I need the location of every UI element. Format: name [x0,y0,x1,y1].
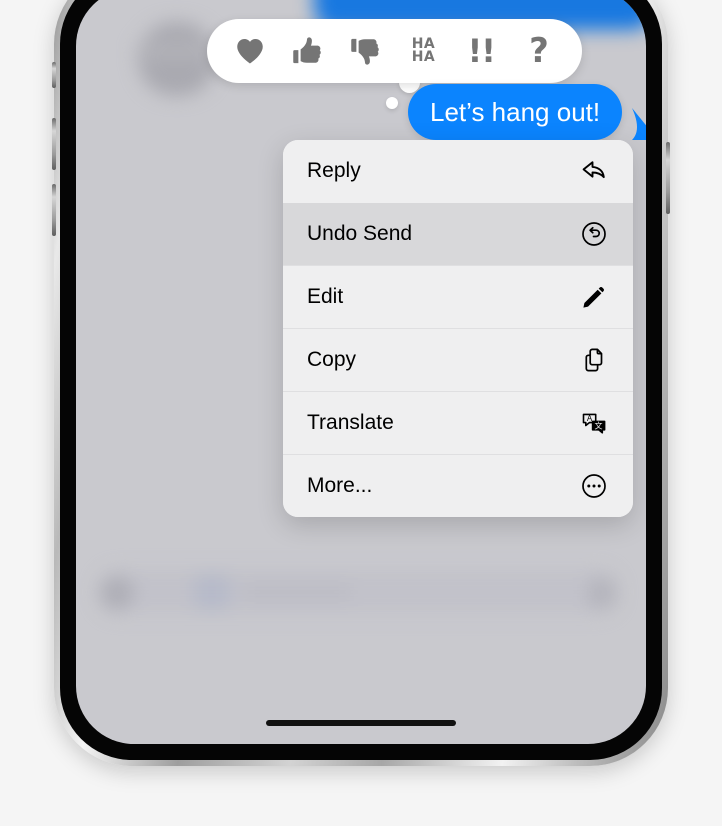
context-menu-item-copy[interactable]: Copy [283,329,633,391]
message-context-menu[interactable]: Reply Undo Send Edit Copy Translate A 文 … [283,140,633,517]
device-screen: HA HA !! ? Let’s hang out! Reply Undo Se… [76,0,646,744]
message-text: Let’s hang out! [430,96,601,127]
background-microphone-icon [588,578,616,608]
thumbs-down-icon [350,36,381,66]
question-mark-icon: ? [529,31,549,71]
iphone-device-frame: HA HA !! ? Let’s hang out! Reply Undo Se… [52,0,670,766]
undo-circle-icon [579,219,609,249]
double-exclamation-icon: !! [467,32,496,70]
thumbs-up-icon [292,36,323,66]
context-menu-label: Copy [307,348,357,371]
heart-reaction[interactable] [227,28,273,74]
context-menu-label: Reply [307,159,361,182]
background-message-input-bar [98,570,618,614]
translate-icon: A 文 [579,408,609,438]
context-menu-item-translate[interactable]: Translate A 文 [283,392,633,454]
pencil-icon [579,282,609,312]
question-reaction[interactable]: ? [516,28,562,74]
context-menu-label: Translate [307,411,394,434]
page-canvas: HA HA !! ? Let’s hang out! Reply Undo Se… [0,0,722,826]
thumbsup-reaction[interactable] [285,28,331,74]
volume-up-button[interactable] [52,118,56,170]
reply-arrow-icon [579,156,609,186]
background-app-label [242,584,352,600]
volume-down-button[interactable] [52,184,56,236]
silence-switch-button[interactable] [52,62,56,88]
context-menu-item-reply[interactable]: Reply [283,140,633,202]
background-plus-icon [100,576,134,610]
ellipsis-circle-icon [579,471,609,501]
copy-pages-icon [579,345,609,375]
background-app-icon [194,574,230,610]
heart-icon [235,37,265,65]
thumbsdown-reaction[interactable] [343,28,389,74]
context-menu-item-undo-send[interactable]: Undo Send [283,203,633,265]
context-menu-label: More... [307,474,373,497]
svg-text:文: 文 [595,421,603,431]
haha-reaction[interactable]: HA HA [400,28,446,74]
exclamation-reaction[interactable]: !! [458,28,504,74]
context-menu-label: Edit [307,285,344,308]
context-menu-item-edit[interactable]: Edit [283,266,633,328]
context-menu-label: Undo Send [307,222,413,245]
haha-icon: HA HA [411,36,436,65]
tapback-reaction-bar[interactable]: HA HA !! ? [207,19,582,83]
side-power-button[interactable] [666,142,670,214]
outgoing-message-bubble[interactable]: Let’s hang out! [408,84,623,140]
device-bezel: HA HA !! ? Let’s hang out! Reply Undo Se… [60,0,662,760]
context-menu-item-more[interactable]: More... [283,455,633,517]
tapback-tail-dot-small [386,97,398,109]
home-indicator[interactable] [266,720,456,726]
